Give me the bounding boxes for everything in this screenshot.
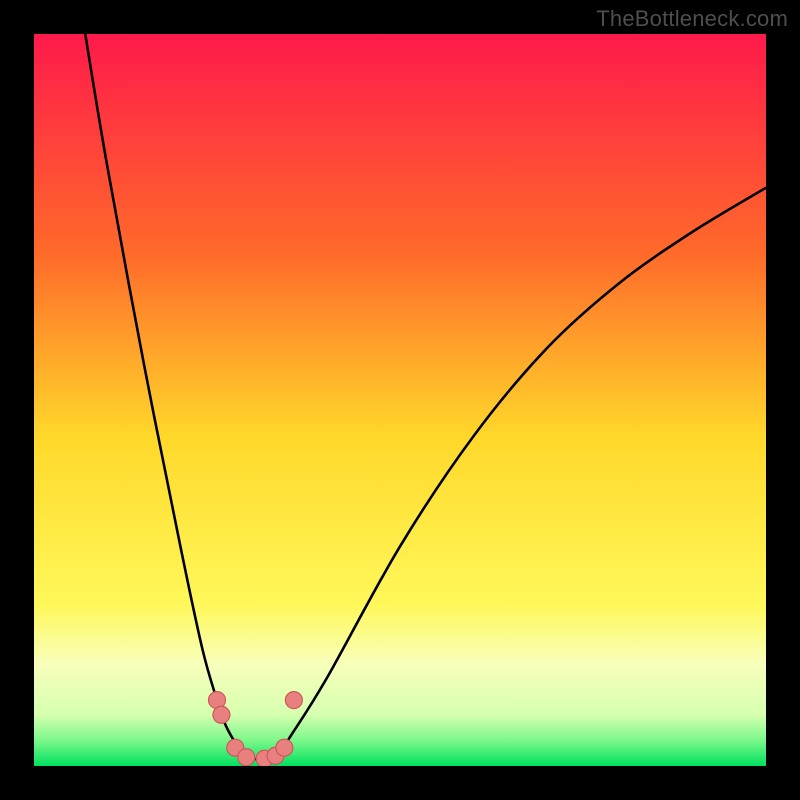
data-marker: [285, 692, 302, 709]
data-marker: [213, 706, 230, 723]
data-marker: [276, 739, 293, 756]
watermark-text: TheBottleneck.com: [596, 6, 788, 32]
plot-area: [34, 34, 766, 766]
data-marker: [238, 749, 255, 766]
chart-svg: [34, 34, 766, 766]
chart-frame: TheBottleneck.com: [0, 0, 800, 800]
gradient-background: [34, 34, 766, 766]
